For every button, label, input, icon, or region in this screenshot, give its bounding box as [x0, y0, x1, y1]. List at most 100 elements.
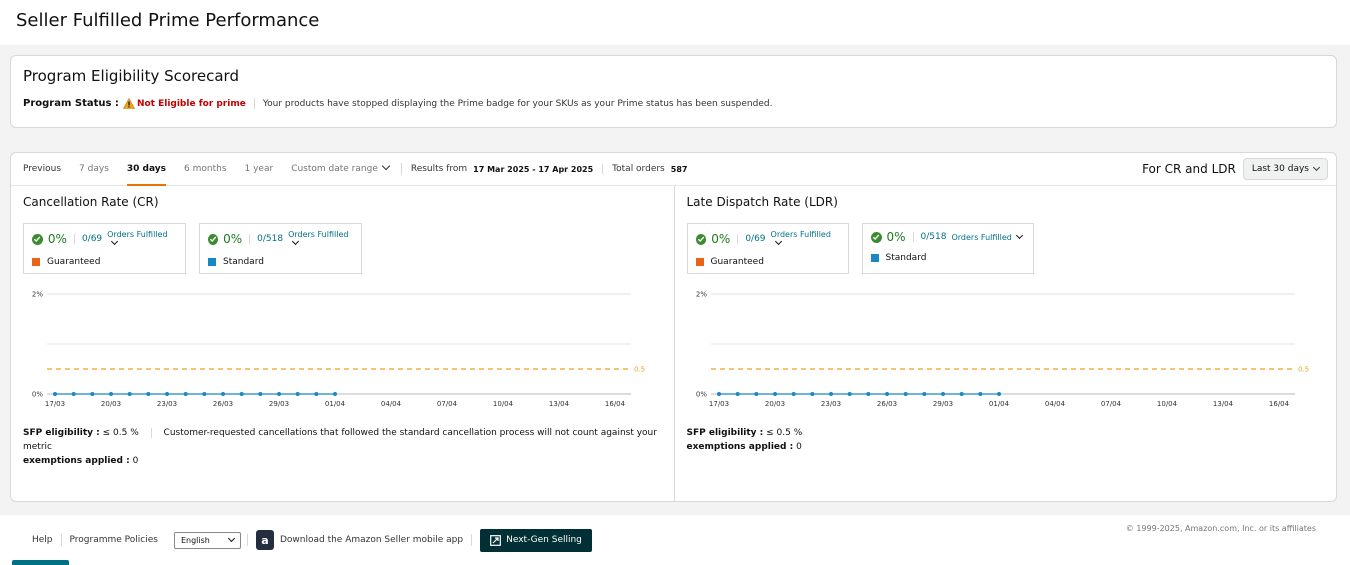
period-selector-group: For CR and LDR Last 30 days — [1142, 158, 1328, 180]
data-point — [53, 392, 57, 396]
chevron-down-icon — [111, 237, 119, 246]
exemptions-label: exemptions applied : — [23, 456, 130, 466]
period-toolbar: Previous 7 days 30 days 6 months 1 year … — [11, 153, 1336, 186]
sfp-eligibility-value: ≤ 0.5 % — [102, 428, 139, 438]
exemptions-label: exemptions applied : — [686, 442, 794, 452]
legend-swatch — [695, 258, 704, 266]
x-tick-label: 13/04 — [1212, 400, 1233, 408]
help-link[interactable]: Help — [32, 535, 53, 545]
metric-box-standard: 0% 0/518 Orders Fulfilled Standard — [861, 223, 1034, 274]
orders-fulfilled-dropdown[interactable]: Orders Fulfilled — [107, 230, 177, 248]
warning-icon — [122, 97, 136, 109]
metric-summary: 0% 0/518 Orders Fulfilled — [870, 230, 1025, 244]
page-header: Seller Fulfilled Prime Performance — [0, 0, 1350, 45]
panel-title: Late Dispatch Rate (LDR) — [686, 195, 838, 209]
check-circle-icon — [870, 231, 882, 243]
y-tick-label: 2% — [32, 291, 43, 299]
metric-box-guaranteed: 0% 0/69 Orders Fulfilled Guaranteed — [23, 223, 186, 274]
metric-summary: 0% 0/518 Orders Fulfilled — [208, 230, 353, 248]
x-tick-label: 13/04 — [549, 400, 570, 408]
next-gen-selling-button[interactable]: Next-Gen Selling — [480, 528, 592, 552]
tab-6-months[interactable]: 6 months — [184, 153, 227, 186]
panel-footnote: SFP eligibility : ≤ 0.5 % exemptions app… — [687, 426, 1325, 454]
program-status-message: Your products have stopped displaying th… — [262, 98, 773, 109]
orders-fulfilled-dropdown[interactable]: Orders Fulfilled — [951, 231, 1023, 242]
orders-fulfilled-label: Orders Fulfilled — [288, 230, 349, 239]
orders-fulfilled-dropdown[interactable]: Orders Fulfilled — [288, 230, 353, 248]
tab-30-days[interactable]: 30 days — [126, 153, 167, 186]
data-point — [314, 392, 319, 396]
metric-box-standard: 0% 0/518 Orders Fulfilled Standard — [199, 223, 362, 274]
chevron-down-icon — [227, 534, 236, 542]
main-content: Program Eligibility Scorecard Program St… — [0, 45, 1350, 515]
tab-7-days[interactable]: 7 days — [79, 153, 109, 186]
sfp-eligibility-label: SFP eligibility : — [23, 428, 100, 438]
x-tick-label: 04/04 — [1044, 400, 1065, 408]
feedback-tab[interactable] — [12, 560, 69, 565]
tab-1-year[interactable]: 1 year — [245, 153, 274, 186]
data-point — [865, 392, 870, 396]
orders-fulfilled-dropdown[interactable]: Orders Fulfilled — [771, 230, 840, 248]
tab-previous: Previous — [23, 163, 62, 174]
programme-policies-link[interactable]: Programme Policies — [70, 535, 158, 545]
data-point — [940, 392, 945, 396]
line-chart-svg: 2% 0% 0.5 17/03 20/03 23/03 26/03 29/03 01/04 04/… — [695, 291, 1308, 409]
x-tick-label: 20/03 — [764, 400, 784, 408]
divider — [73, 234, 75, 244]
x-tick-label: 26/03 — [213, 400, 233, 408]
cancellation-rate-panel: Cancellation Rate (CR) 0% 0/69 Orders Fu… — [11, 186, 674, 502]
eligibility-scorecard: Program Eligibility Scorecard Program St… — [10, 55, 1337, 128]
period-select-value: Last 30 days — [1251, 164, 1309, 174]
period-select[interactable]: Last 30 days — [1242, 158, 1328, 180]
language-value: English — [180, 535, 210, 545]
legend-label: Standard — [885, 253, 927, 263]
data-point — [716, 392, 721, 396]
download-app-link[interactable]: Download the Amazon Seller mobile app — [280, 535, 463, 545]
legend-item: Standard — [870, 253, 1025, 263]
metric-boxes: 0% 0/69 Orders Fulfilled Guaranteed 0% 0… — [23, 223, 662, 274]
data-point — [202, 392, 207, 396]
page-title: Seller Fulfilled Prime Performance — [16, 10, 320, 31]
total-orders-label: Total orders — [602, 164, 665, 174]
x-tick-label: 16/04 — [605, 400, 626, 408]
x-tick-label: 20/03 — [101, 400, 121, 408]
metric-percent: 0% — [47, 232, 67, 246]
data-point — [959, 392, 964, 396]
data-point — [165, 392, 169, 396]
divider — [150, 427, 152, 438]
metric-summary: 0% 0/69 Orders Fulfilled — [695, 230, 840, 248]
legend-label: Guaranteed — [710, 257, 764, 267]
data-point — [753, 392, 758, 396]
data-point — [791, 392, 796, 396]
orders-fulfilled-label: Orders Fulfilled — [107, 230, 168, 239]
legend-item: Guaranteed — [695, 257, 840, 267]
amazon-app-icon[interactable]: a — [255, 530, 274, 550]
x-tick-label: 23/03 — [820, 400, 840, 408]
metric-fraction: 0/69 — [81, 234, 103, 244]
external-link-icon — [490, 534, 502, 546]
data-point — [146, 392, 151, 396]
check-circle-icon — [32, 233, 43, 245]
performance-card: Previous 7 days 30 days 6 months 1 year … — [10, 152, 1337, 502]
metric-percent: 0% — [223, 232, 243, 246]
cancellation-rate-chart: 2% 0% 0.5 17/03 20/03 23/03 26/03 29/03 01/04 04/… — [23, 288, 662, 418]
metric-fraction: 0/518 — [257, 234, 284, 244]
custom-date-range-dropdown[interactable]: Custom date range — [291, 153, 391, 186]
x-tick-label: 07/04 — [437, 400, 458, 408]
line-chart-svg: 2% 0% 0.5 17/03 20/03 23/03 26/03 29/03 01/04 04/… — [32, 291, 645, 409]
exemptions-value: 0 — [132, 456, 139, 466]
legend-swatch — [32, 258, 40, 266]
metric-percent: 0% — [886, 230, 906, 244]
late-dispatch-rate-panel: Late Dispatch Rate (LDR) 0% 0/69 Orders … — [673, 186, 1337, 502]
metric-fraction: 0/69 — [745, 234, 766, 244]
exemptions-value: 0 — [796, 442, 802, 452]
x-tick-label: 29/03 — [932, 400, 952, 408]
sfp-eligibility-label: SFP eligibility : — [686, 428, 764, 438]
threshold-label: 0.5 — [634, 366, 645, 374]
metric-box-guaranteed: 0% 0/69 Orders Fulfilled Guaranteed — [686, 223, 849, 274]
language-select[interactable]: English — [173, 531, 241, 549]
divider — [471, 534, 473, 546]
x-tick-label: 01/04 — [325, 400, 346, 408]
divider — [246, 534, 248, 546]
results-label: Results from — [410, 164, 468, 174]
